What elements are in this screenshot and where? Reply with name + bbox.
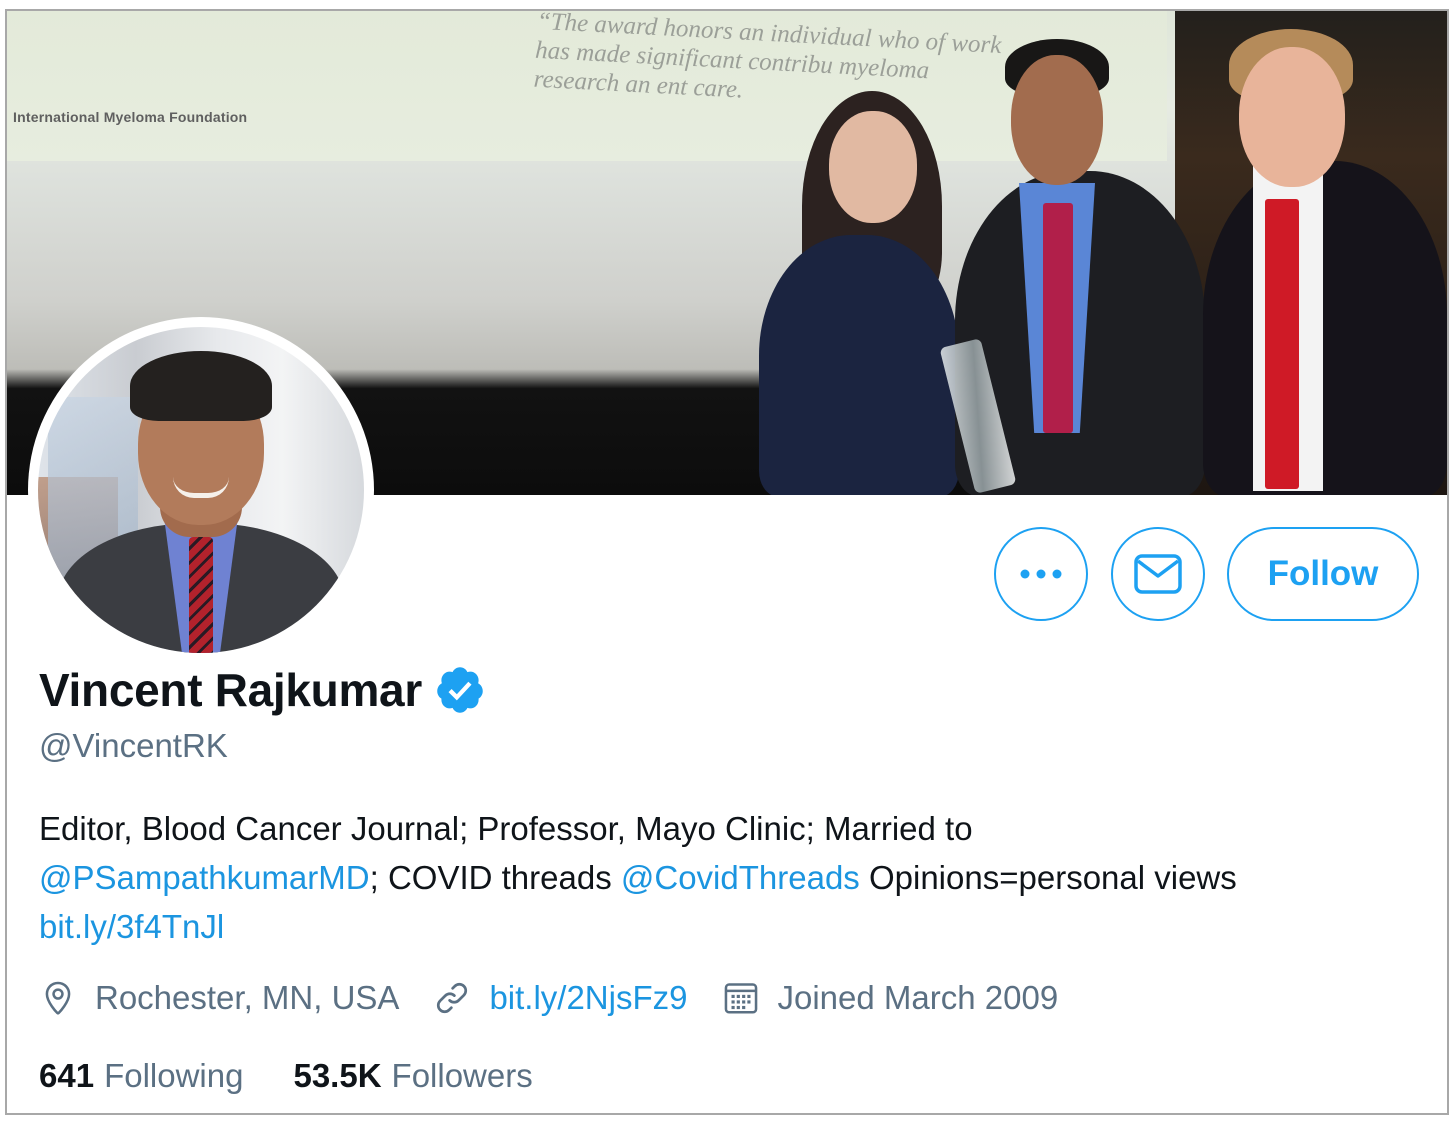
profile-handle: @VincentRK [39, 727, 228, 764]
bio-text-2: ; COVID threads [369, 859, 621, 896]
profile-stats: 641 Following 53.5K Followers [39, 1057, 583, 1095]
profile-bio: Editor, Blood Cancer Journal; Professor,… [39, 804, 1419, 951]
follow-button[interactable]: Follow [1227, 527, 1419, 621]
bio-text-3: Opinions=personal views [859, 859, 1237, 896]
profile-meta-row: Rochester, MN, USA bit.ly/2NjsFz9 Joined… [39, 979, 1092, 1017]
profile-name-row: Vincent Rajkumar [39, 663, 486, 717]
more-icon [1020, 569, 1062, 579]
profile-avatar[interactable] [28, 317, 374, 663]
more-options-button[interactable] [994, 527, 1088, 621]
followers-label: Followers [391, 1057, 533, 1094]
profile-name: Vincent Rajkumar [39, 664, 422, 716]
location-item: Rochester, MN, USA [39, 979, 399, 1017]
bio-mention-psampathkumarmd[interactable]: @PSampathkumarMD [39, 859, 370, 896]
website-item[interactable]: bit.ly/2NjsFz9 [433, 979, 688, 1017]
message-button[interactable] [1111, 527, 1205, 621]
slide-org-text: International Myeloma Foundation [13, 109, 248, 125]
location-pin-icon [45, 981, 71, 1015]
joined-text: Joined March 2009 [777, 979, 1059, 1016]
bio-link[interactable]: bit.ly/3f4TnJl [39, 908, 224, 945]
following-label: Following [104, 1057, 244, 1094]
joined-item: Joined March 2009 [722, 979, 1059, 1017]
profile-card: “The award honors an individual who of w… [5, 9, 1449, 1115]
bio-text-1: Editor, Blood Cancer Journal; Professor,… [39, 810, 973, 847]
following-count: 641 [39, 1057, 95, 1094]
followers-count: 53.5K [293, 1057, 382, 1094]
following-stat[interactable]: 641 Following [39, 1057, 243, 1095]
website-link[interactable]: bit.ly/2NjsFz9 [489, 979, 687, 1017]
verified-badge-icon [437, 667, 483, 713]
envelope-icon [1134, 554, 1182, 594]
location-text: Rochester, MN, USA [95, 979, 400, 1016]
link-icon [437, 982, 468, 1014]
bio-mention-covidthreads[interactable]: @CovidThreads [621, 859, 860, 896]
calendar-icon [724, 983, 757, 1014]
followers-stat[interactable]: 53.5K Followers [293, 1057, 532, 1095]
avatar-photo [38, 327, 364, 653]
